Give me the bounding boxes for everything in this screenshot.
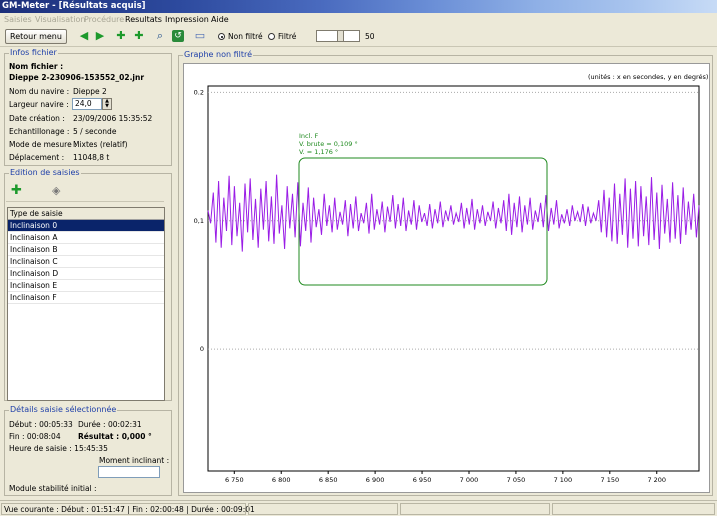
x-tick-label: 6 750: [225, 476, 244, 484]
y-tick-label: 0.2: [194, 88, 204, 96]
x-tick-label: 7 050: [507, 476, 526, 484]
x-tick-label: 7 200: [647, 476, 666, 484]
x-tick-label: 6 950: [413, 476, 432, 484]
x-tick-label: 7 150: [601, 476, 620, 484]
status-cell-3: [400, 503, 550, 515]
x-tick-label: 6 800: [272, 476, 291, 484]
x-tick-label: 6 900: [366, 476, 385, 484]
y-tick-label: 0: [200, 345, 204, 353]
x-tick-label: 7 100: [554, 476, 573, 484]
y-tick-label: 0,1: [194, 217, 204, 225]
chart-svg: 0 0,1 0.2 6 750 6 800 6 850 6 900 6 950 7 000 7 …: [194, 85, 700, 484]
annotation-line: V. = 1,176 °: [299, 148, 338, 156]
status-cell-2: [248, 503, 398, 515]
status-current-view: Vue courante : Début : 01:51:47 | Fin : …: [1, 503, 255, 515]
x-tick-label: 7 000: [460, 476, 479, 484]
status-cell-4: [552, 503, 715, 515]
series-line: [207, 174, 700, 252]
x-tick-label: 6 850: [319, 476, 338, 484]
status-bar: Vue courante : Début : 01:51:47 | Fin : …: [0, 500, 717, 516]
annotation-line: Incl. F: [299, 132, 319, 140]
annotation-line: V. brute = 0,109 °: [299, 140, 358, 148]
plot-frame: [207, 85, 700, 472]
status-text: Vue courante : Début : 01:51:47 | Fin : …: [4, 505, 255, 514]
